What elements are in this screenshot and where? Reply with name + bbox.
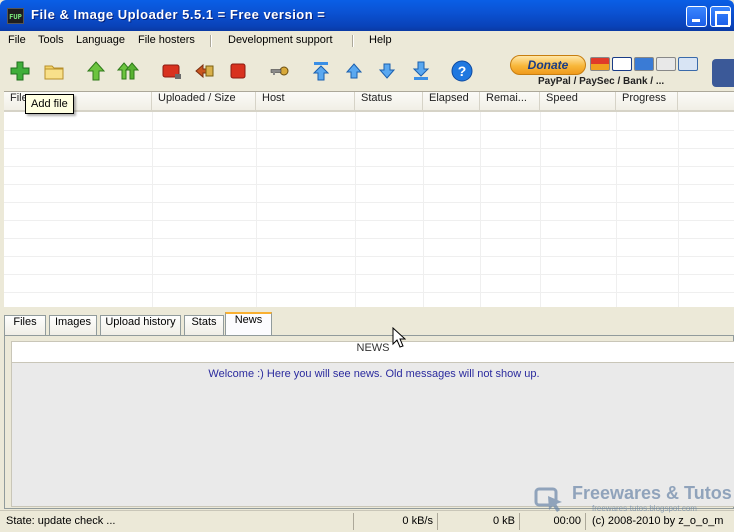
remove-button[interactable] xyxy=(159,59,183,83)
status-state: State: update check ... xyxy=(2,513,354,530)
green-plus-icon xyxy=(10,61,30,81)
menu-help[interactable]: Help xyxy=(369,34,392,46)
tab-bar: Files Images Upload history Stats News xyxy=(4,311,734,335)
status-speed: 0 kB/s xyxy=(356,513,438,530)
facebook-icon[interactable] xyxy=(712,59,734,87)
grid-column xyxy=(355,112,356,307)
grid-line xyxy=(4,166,734,167)
grid-line xyxy=(4,130,734,131)
grid-column xyxy=(256,112,257,307)
news-welcome-message: Welcome :) Here you will see news. Old m… xyxy=(208,368,540,380)
status-time: 00:00 xyxy=(522,513,586,530)
minimize-button[interactable] xyxy=(686,6,707,27)
menu-separator xyxy=(210,35,212,47)
list-header: File Uploaded / Size Host Status Elapsed… xyxy=(4,92,734,112)
move-bottom-button[interactable] xyxy=(409,59,433,83)
donate-button[interactable]: Donate xyxy=(510,55,586,75)
maximize-button[interactable] xyxy=(710,6,731,27)
help-icon: ? xyxy=(451,60,473,82)
column-host[interactable]: Host xyxy=(256,92,355,110)
status-size: 0 kB xyxy=(440,513,520,530)
grid-line xyxy=(4,202,734,203)
status-bar: State: update check ... 0 kB/s 0 kB 00:0… xyxy=(0,510,734,532)
grid-line xyxy=(4,148,734,149)
tab-upload-history[interactable]: Upload history xyxy=(100,315,181,335)
blue-bottom-arrow-icon xyxy=(412,61,430,80)
menu-file-hosters[interactable]: File hosters xyxy=(138,34,195,46)
menu-separator xyxy=(352,35,354,47)
mouse-cursor-icon xyxy=(392,327,406,348)
amex-icon xyxy=(634,57,654,71)
news-panel: NEWS Welcome :) Here you will see news. … xyxy=(4,335,734,509)
green-up-arrow-icon xyxy=(86,61,106,81)
move-top-button[interactable] xyxy=(309,59,333,83)
svg-text:?: ? xyxy=(458,63,467,79)
key-icon xyxy=(270,66,289,76)
grid-column xyxy=(480,112,481,307)
toolbar: ? Donate PayPal / PaySec / Bank / ... xyxy=(0,51,734,91)
grid-column xyxy=(678,112,679,307)
move-up-button[interactable] xyxy=(342,59,366,83)
column-speed[interactable]: Speed xyxy=(540,92,616,110)
column-remaining[interactable]: Remai... xyxy=(480,92,540,110)
column-progress[interactable]: Progress xyxy=(616,92,678,110)
add-file-button[interactable] xyxy=(8,59,32,83)
mastercard-icon xyxy=(590,57,610,71)
grid-column xyxy=(423,112,424,307)
grid-line xyxy=(4,220,734,221)
upload-all-button[interactable] xyxy=(116,59,140,83)
app-icon: FUP xyxy=(7,8,24,24)
green-double-up-arrow-icon xyxy=(117,62,139,80)
move-down-button[interactable] xyxy=(375,59,399,83)
visa-icon xyxy=(612,57,632,71)
red-stop-icon xyxy=(230,63,246,79)
grid-column xyxy=(152,112,153,307)
add-file-tooltip: Add file xyxy=(25,94,74,114)
menu-tools[interactable]: Tools xyxy=(38,34,64,46)
donate-area: Donate PayPal / PaySec / Bank / ... xyxy=(508,54,734,90)
status-copyright: (c) 2008-2010 by z_o_o_m xyxy=(592,515,724,527)
upload-button[interactable] xyxy=(84,59,108,83)
grid-line xyxy=(4,274,734,275)
grid-column xyxy=(540,112,541,307)
remove-all-button[interactable] xyxy=(192,59,216,83)
grid-line xyxy=(4,292,734,293)
tab-files[interactable]: Files xyxy=(4,315,46,335)
tab-stats[interactable]: Stats xyxy=(184,315,224,335)
title-bar[interactable]: FUP File & Image Uploader 5.5.1 = Free v… xyxy=(0,0,734,31)
window-title: File & Image Uploader 5.5.1 = Free versi… xyxy=(31,7,326,22)
red-remove-all-icon xyxy=(195,63,214,79)
stop-button[interactable] xyxy=(226,59,250,83)
settings-button[interactable] xyxy=(268,59,292,83)
red-remove-icon xyxy=(162,64,181,79)
news-body[interactable]: Welcome :) Here you will see news. Old m… xyxy=(11,363,734,507)
column-status[interactable]: Status xyxy=(355,92,423,110)
grid-line xyxy=(4,238,734,239)
grid-line xyxy=(4,256,734,257)
menu-file[interactable]: File xyxy=(8,34,26,46)
grid-column xyxy=(616,112,617,307)
tab-news[interactable]: News xyxy=(225,312,272,335)
grid-line xyxy=(4,184,734,185)
blue-top-arrow-icon xyxy=(312,62,330,81)
donate-caption: PayPal / PaySec / Bank / ... xyxy=(538,76,665,87)
add-folder-button[interactable] xyxy=(42,59,66,83)
news-header: NEWS xyxy=(11,341,734,363)
menu-bar: File Tools Language File hosters Develop… xyxy=(0,31,734,51)
folder-icon xyxy=(44,65,64,80)
column-uploaded-size[interactable]: Uploaded / Size xyxy=(152,92,256,110)
bank-icon xyxy=(678,57,698,71)
upload-list[interactable]: File Uploaded / Size Host Status Elapsed… xyxy=(4,91,734,307)
app-window: FUP File & Image Uploader 5.5.1 = Free v… xyxy=(0,0,734,532)
column-elapsed[interactable]: Elapsed xyxy=(423,92,480,110)
tab-images[interactable]: Images xyxy=(49,315,97,335)
menu-development-support[interactable]: Development support xyxy=(228,34,333,46)
blue-down-arrow-icon xyxy=(378,63,396,79)
menu-language[interactable]: Language xyxy=(76,34,125,46)
blue-up-arrow-icon xyxy=(345,63,363,79)
help-button[interactable]: ? xyxy=(450,59,474,83)
discover-icon xyxy=(656,57,676,71)
